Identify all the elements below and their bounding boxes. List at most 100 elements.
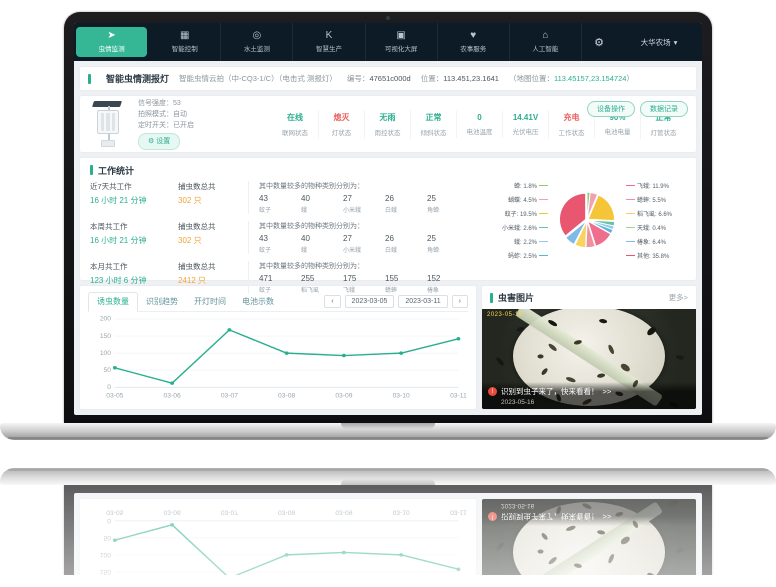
pie-label-connector bbox=[539, 199, 548, 200]
date-from-input[interactable]: 2023-03-05 bbox=[345, 295, 395, 308]
nav-item-4[interactable]: K智慧生产 bbox=[293, 23, 365, 61]
pie-label-小米蛾: 小米蛾: 2.6% bbox=[502, 223, 548, 232]
nav-item-label: 智能控制 bbox=[172, 43, 198, 53]
pie-labels-left: 蝉: 1.8%蝴蝶: 4.5%蚊子: 19.5%小米蛾: 2.6%蛾: 2.2%… bbox=[484, 181, 548, 260]
tab-2[interactable]: 识别趋势 bbox=[138, 293, 186, 311]
species-item: 27小米蛾 bbox=[343, 194, 385, 214]
stat-catch: 捕虫数总共 302 只 bbox=[178, 221, 248, 246]
status-label: 灯管状态 bbox=[641, 127, 686, 137]
pest-trap-photo[interactable]: 2023-05-16 ! 识别到虫子来了，快来看看！ >> 2023-05-16 bbox=[482, 309, 696, 409]
status-光伏电压: 14.41V光伏电压 bbox=[502, 111, 548, 138]
status-value: 正常 bbox=[411, 112, 456, 123]
nav-item-label: 农事服务 bbox=[460, 43, 486, 53]
breakdown-list: 43蚊子40蛾27小米蛾26白蛾25角蝉 bbox=[259, 194, 500, 214]
stat-breakdown: 其中数量较多的物种类别分别为：43蚊子40蛾27小米蛾26白蛾25角蝉 bbox=[248, 181, 500, 214]
laptop-bezel: ➤虫情监测 ▦ 智能控制 ◎水土监测K智慧生产▣可视化大屏 ♥ 农事服务 ⌂人工智能 ⚙ 大… bbox=[64, 12, 712, 423]
device-title: 智能虫情测报灯 bbox=[106, 72, 169, 85]
work-stat-row: 本周共工作16 小时 21 分钟捕虫数总共302 只其中数量较多的物种类别分别为… bbox=[90, 221, 500, 254]
nav-item-6[interactable]: ♥ 农事服务 bbox=[438, 23, 510, 61]
chevron-left-icon: ‹ bbox=[331, 298, 333, 305]
nav-item-label: 水土监测 bbox=[244, 43, 270, 53]
nav-item-2[interactable]: ▦ 智能控制 bbox=[149, 23, 221, 61]
species-item: 155蟋蟀 bbox=[385, 274, 427, 294]
pie-label-connector bbox=[539, 241, 548, 242]
species-name: 蚊子 bbox=[259, 285, 301, 294]
device-info: 信号强度：53拍照模式：自动定时开关：已开启 ⚙ 设置 bbox=[138, 98, 194, 150]
pie-label-connector bbox=[539, 185, 548, 186]
status-联网状态: 在线联网状态 bbox=[272, 110, 318, 139]
tab-3[interactable]: 开灯时间 bbox=[186, 293, 234, 311]
species-item: 471蚊子 bbox=[259, 274, 301, 294]
nav-item-1[interactable]: ➤虫情监测 bbox=[76, 27, 147, 57]
device-info-line: 定时开关：已开启 bbox=[138, 120, 194, 131]
date-prev-button[interactable]: ‹ bbox=[324, 295, 340, 308]
caption-text: 识别到虫子来了，快来看看！ bbox=[501, 386, 599, 397]
date-next-button[interactable]: › bbox=[452, 295, 468, 308]
stat-breakdown: 其中数量较多的物种类别分别为：43蚊子40蛾27小米蛾26白蛾25角蝉 bbox=[248, 221, 500, 254]
user-menu[interactable]: 大华农场 ▾ bbox=[616, 23, 702, 61]
stat-catch-label: 捕虫数总共 bbox=[178, 221, 248, 232]
device-location: 位置：113.451,23.1641 bbox=[421, 73, 499, 84]
device-title-card: 智能虫情测报灯 智能虫情云拍（中-CQ3-1/C）（电击式 测报灯） 编号：47… bbox=[80, 67, 696, 90]
svg-text:03-07: 03-07 bbox=[221, 508, 239, 515]
pie-label-蛾: 蛾: 2.2% bbox=[514, 237, 548, 246]
device-settings-button[interactable]: ⚙ 设置 bbox=[138, 133, 180, 150]
device-map-location: （地图位置：113.45157,23.154724） bbox=[509, 73, 634, 84]
svg-text:0: 0 bbox=[107, 384, 111, 391]
device-action-button-2[interactable]: 数据记录 bbox=[640, 101, 688, 117]
stat-catch: 捕虫数总共302 只 bbox=[178, 181, 248, 206]
bottom-row: 诱虫数量识别趋势开灯时间电池示数 ‹ 2023-03-05 2023-03-11… bbox=[80, 286, 696, 409]
species-count: 40 bbox=[301, 234, 343, 243]
pie-label-蝉: 蝉: 1.8% bbox=[514, 181, 548, 190]
species-item: 25角蝉 bbox=[427, 234, 469, 254]
species-name: 稻飞虱 bbox=[301, 285, 343, 294]
more-link[interactable]: 更多> bbox=[669, 292, 688, 303]
stat-duration: 16 小时 21 分钟 bbox=[90, 195, 178, 206]
nav-item-5[interactable]: ▣可视化大屏 bbox=[366, 23, 438, 61]
stat-period: 近7天共工作16 小时 21 分钟 bbox=[90, 181, 178, 206]
pie-label-飞蛾: 飞蛾: 11.9% bbox=[626, 181, 669, 190]
pest-photo-header: 虫害图片 更多> bbox=[482, 286, 696, 309]
settings-gear-icon[interactable]: ⚙ bbox=[582, 23, 616, 61]
accent-bar bbox=[88, 74, 91, 84]
status-label: 光伏电压 bbox=[503, 126, 548, 136]
stat-catch-count: 2412 只 bbox=[178, 275, 248, 286]
map-location-link[interactable]: 113.45157,23.154724 bbox=[554, 74, 626, 83]
work-stat-row: 本月共工作123 小时 6 分钟捕虫数总共2412 只其中数量较多的物种类别分别… bbox=[90, 261, 500, 294]
stat-catch-count: 302 只 bbox=[178, 235, 248, 246]
page-content: 智能虫情测报灯 智能虫情云拍（中-CQ3-1/C）（电击式 测报灯） 编号：47… bbox=[74, 61, 702, 415]
webcam-dot bbox=[386, 16, 390, 20]
svg-text:03-10: 03-10 bbox=[393, 508, 411, 515]
pie-label-其他: 其他: 35.8% bbox=[626, 251, 669, 260]
tab-1[interactable]: 诱虫数量 bbox=[88, 292, 138, 312]
status-value: 熄灭 bbox=[319, 112, 364, 123]
species-item: 43蚊子 bbox=[259, 194, 301, 214]
chart-tabs: 诱虫数量识别趋势开灯时间电池示数 ‹ 2023-03-05 2023-03-11… bbox=[88, 292, 468, 312]
laptop-lid-notch bbox=[341, 423, 435, 429]
caption-more-link[interactable]: >> bbox=[603, 387, 612, 396]
species-item: 27小米蛾 bbox=[343, 234, 385, 254]
nav-item-7[interactable]: ⌂人工智能 bbox=[510, 23, 582, 61]
device-action-button-1[interactable]: 设备操作 bbox=[587, 101, 635, 117]
status-value: 0 bbox=[457, 113, 502, 122]
species-item: 40蛾 bbox=[301, 234, 343, 254]
device-action-buttons: 设备操作数据记录 bbox=[587, 101, 688, 117]
user-menu-label: 大华农场 bbox=[641, 37, 671, 48]
chevron-down-icon: ▾ bbox=[674, 38, 678, 47]
accent-bar bbox=[90, 165, 93, 175]
stat-catch-label: 捕虫数总共 bbox=[178, 261, 248, 272]
date-to-input[interactable]: 2023-03-11 bbox=[398, 295, 447, 308]
species-count: 255 bbox=[301, 274, 343, 283]
nav-item-3[interactable]: ◎水土监测 bbox=[221, 23, 293, 61]
species-item: 43蚊子 bbox=[259, 234, 301, 254]
pie-chart-svg bbox=[548, 172, 626, 268]
status-灯状态: 熄灭灯状态 bbox=[318, 110, 364, 139]
tab-4[interactable]: 电池示数 bbox=[234, 293, 282, 311]
stat-catch-count: 302 只 bbox=[178, 195, 248, 206]
control-panel-icon: ▦ bbox=[180, 31, 189, 41]
pie-label-text: 小米蛾: 2.6% bbox=[502, 223, 537, 232]
service-icon: ♥ bbox=[470, 31, 476, 41]
lamp-base bbox=[101, 140, 115, 147]
pie-label-connector bbox=[626, 199, 635, 200]
work-stat-row: 近7天共工作16 小时 21 分钟捕虫数总共302 只其中数量较多的物种类别分别… bbox=[90, 181, 500, 214]
